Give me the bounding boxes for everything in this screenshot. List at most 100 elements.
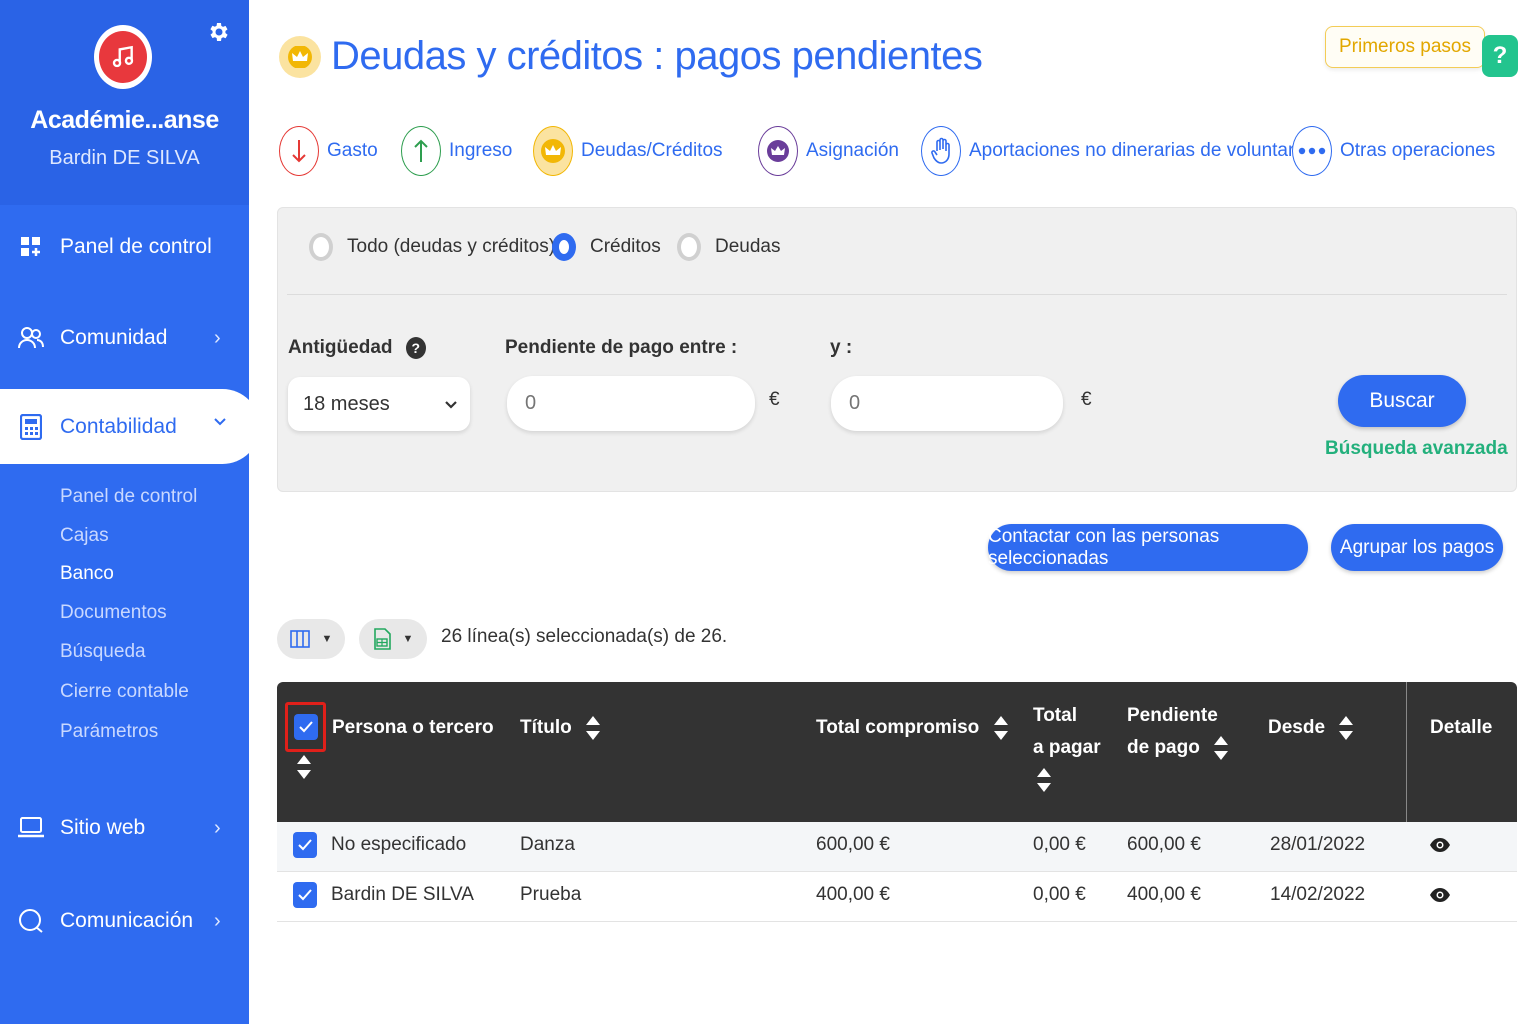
table-header: Persona o tercero Título Total compromis… — [277, 682, 1517, 822]
filter-divider — [287, 294, 1507, 295]
question-icon[interactable]: ? — [405, 337, 426, 359]
col-desde[interactable]: Desde — [1268, 712, 1354, 744]
op-asignacion[interactable]: Asignación — [758, 126, 899, 176]
radio-label: Créditos — [590, 236, 661, 257]
cell-pendiente: 400,00 € — [1127, 884, 1201, 905]
col-detalle: Detalle — [1430, 717, 1493, 738]
sidebar-header: Académie...anse Bardin DE SILVA — [0, 0, 249, 205]
col-label: Total compromiso — [816, 717, 980, 738]
chevron-right-icon: › — [214, 909, 221, 932]
nav-sitio-web[interactable]: Sitio web › — [0, 798, 249, 858]
eye-icon[interactable] — [1429, 837, 1451, 853]
op-aportaciones[interactable]: Aportaciones no dinerarias de voluntario… — [921, 126, 1319, 176]
crown-swap-icon — [758, 126, 798, 176]
min-amount-input[interactable] — [507, 376, 755, 431]
nav-contabilidad[interactable]: Contabilidad — [0, 389, 260, 464]
sidebar: Académie...anse Bardin DE SILVA Panel de… — [0, 0, 260, 1024]
nav-label: Sitio web — [60, 816, 146, 839]
more-icon — [1292, 126, 1332, 176]
op-ingreso[interactable]: Ingreso — [401, 126, 512, 176]
sort-icon — [1339, 715, 1354, 740]
col-label: de pago — [1127, 737, 1200, 758]
laptop-icon — [16, 813, 46, 843]
nav-label: Comunicación — [60, 909, 194, 932]
sub-item-busqueda[interactable]: Búsqueda — [60, 641, 146, 663]
users-icon — [16, 323, 46, 353]
sort-icon — [993, 715, 1008, 740]
sort-icon — [1037, 767, 1051, 792]
cell-titulo: Danza — [520, 834, 575, 855]
radio-circle — [677, 233, 701, 261]
columns-icon — [289, 630, 310, 648]
help-button[interactable]: ? — [1482, 35, 1518, 77]
select-all-checkbox[interactable] — [293, 714, 318, 740]
sub-item-cierre-contable[interactable]: Cierre contable — [60, 681, 189, 703]
sub-item-cajas[interactable]: Cajas — [60, 525, 109, 547]
crown-icon — [533, 126, 573, 176]
hand-icon — [921, 126, 961, 176]
advanced-search-link[interactable]: Búsqueda avanzada — [1325, 438, 1508, 460]
check-icon — [298, 889, 312, 901]
first-steps-button[interactable]: Primeros pasos — [1325, 26, 1485, 68]
caret-down-icon: ▼ — [321, 633, 333, 645]
age-select[interactable]: 18 meses — [288, 377, 470, 431]
sub-item-banco[interactable]: Banco — [60, 563, 114, 585]
age-label-text: Antigüedad — [288, 337, 393, 359]
col-persona[interactable]: Persona o tercero — [332, 712, 494, 744]
nav-comunidad[interactable]: Comunidad › — [0, 308, 249, 368]
export-menu-button[interactable]: ▼ — [359, 619, 427, 659]
table-row[interactable]: No especificado Danza 600,00 € 0,00 € 60… — [277, 822, 1517, 872]
cell-titulo: Prueba — [520, 884, 582, 905]
gear-icon[interactable] — [207, 20, 231, 44]
op-deudas-creditos[interactable]: Deudas/Créditos — [533, 126, 723, 176]
radio-circle — [309, 233, 333, 261]
chat-icon — [16, 906, 46, 936]
col-label: a pagar — [1033, 737, 1101, 758]
nav-panel-de-control[interactable]: Panel de control — [0, 217, 249, 277]
col-total-compromiso[interactable]: Total compromiso — [816, 712, 1009, 744]
sub-item-documentos[interactable]: Documentos — [60, 602, 167, 624]
row-checkbox[interactable] — [293, 882, 317, 908]
max-amount-input[interactable] — [831, 376, 1063, 431]
crown-icon — [279, 36, 321, 78]
radio-label: Todo (deudas y créditos) — [347, 236, 556, 257]
cell-total-compromiso: 400,00 € — [816, 884, 890, 905]
col-label: Desde — [1268, 717, 1326, 738]
group-payments-button[interactable]: Agrupar los pagos — [1331, 524, 1503, 571]
age-select-value: 18 meses — [303, 392, 390, 415]
spreadsheet-icon — [373, 628, 391, 650]
radio-deudas[interactable]: Deudas — [677, 233, 781, 261]
sort-icon — [585, 715, 600, 740]
cell-persona: No especificado — [331, 834, 467, 855]
col-titulo[interactable]: Título — [520, 712, 601, 744]
calculator-icon — [16, 412, 46, 442]
eye-icon[interactable] — [1429, 887, 1451, 903]
col-pendiente[interactable]: Pendiente de pago — [1127, 700, 1229, 764]
radio-creditos[interactable]: Créditos — [552, 233, 661, 261]
column-separator — [1406, 682, 1407, 822]
page-title: Deudas y créditos : pagos pendientes — [331, 34, 983, 78]
row-checkbox[interactable] — [293, 832, 317, 858]
cell-persona: Bardin DE SILVA — [331, 884, 474, 905]
radio-todo[interactable]: Todo (deudas y créditos) — [309, 233, 555, 261]
nav-comunicacion[interactable]: Comunicación › — [0, 891, 249, 951]
app-logo — [94, 25, 152, 89]
search-button[interactable]: Buscar — [1338, 375, 1466, 427]
cell-desde: 28/01/2022 — [1270, 834, 1366, 855]
pending-label: Pendiente de pago entre : — [505, 337, 738, 358]
currency-label: € — [1081, 389, 1092, 410]
sub-item-panel[interactable]: Panel de control — [60, 486, 197, 508]
table-row[interactable]: Bardin DE SILVA Prueba 400,00 € 0,00 € 4… — [277, 872, 1517, 922]
chevron-right-icon: › — [214, 326, 221, 349]
col-total-a-pagar[interactable]: Total a pagar — [1033, 700, 1101, 796]
contact-selected-button[interactable]: Contactar con las personas seleccionadas — [988, 524, 1308, 571]
op-gasto[interactable]: Gasto — [279, 126, 378, 176]
currency-label: € — [769, 389, 780, 410]
sub-item-parametros[interactable]: Parámetros — [60, 721, 158, 743]
op-otras[interactable]: Otras operaciones — [1292, 126, 1495, 176]
sort-icon[interactable] — [296, 754, 312, 780]
selection-count: 26 línea(s) seleccionada(s) de 26. — [441, 626, 728, 647]
cell-pendiente: 600,00 € — [1127, 834, 1201, 855]
columns-menu-button[interactable]: ▼ — [277, 619, 345, 659]
nav-label: Contabilidad — [60, 414, 177, 438]
